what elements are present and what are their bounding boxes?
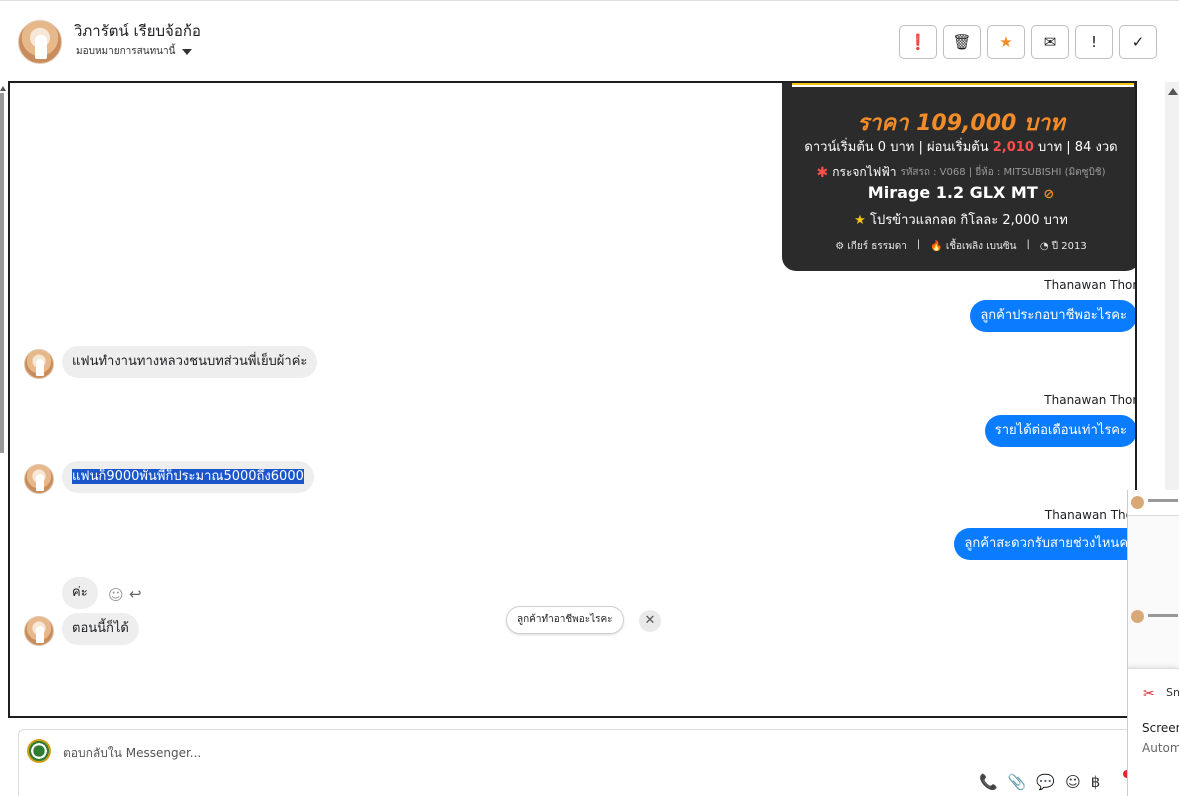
snip-line: Autom [1142, 741, 1179, 755]
star-icon: ★ [854, 213, 866, 228]
reply-composer[interactable]: ตอบกลับใน Messenger... 📞 📎 💬 ☺ ฿ [18, 729, 1148, 796]
snipping-tool-toast[interactable]: ✂ Sn Screer Autom [1128, 668, 1179, 796]
right-scrollbar[interactable] [1165, 82, 1179, 502]
suggested-reply-chip[interactable]: ลูกค้าทำอาชีพอะไรคะ [506, 606, 624, 634]
incoming-message[interactable]: แฟนทำงานทางหลวงชนบทส่วนพี่เย็บผ้าค่ะ [62, 346, 318, 378]
exclamation-icon: ! [1090, 33, 1097, 51]
scroll-up-arrow-icon[interactable] [0, 86, 6, 91]
outgoing-message[interactable]: รายได้ต่อเดือนเท่าไรคะ [984, 415, 1135, 447]
divider: | [1026, 239, 1030, 250]
incoming-message[interactable]: แฟนก็9000พันพี่ก็ประมาณ5000ถึง6000 [62, 461, 314, 493]
assign-conversation[interactable]: มอบหมายการสนทนานี้ [76, 44, 193, 59]
asterisk-icon: ✱ [816, 164, 829, 181]
page-logo [27, 739, 51, 763]
reply-icon[interactable]: ↩ [129, 585, 142, 603]
attachment-icon[interactable]: 📎 [1008, 773, 1027, 791]
mini-avatar [1131, 496, 1144, 509]
installment-amount: 2,010 [992, 140, 1034, 155]
mini-text [1148, 614, 1178, 617]
snip-icon: ✂ [1143, 686, 1155, 702]
contact-avatar[interactable] [24, 464, 54, 494]
incoming-message[interactable]: ตอนนี้ก็ได้ [62, 613, 139, 645]
feature-row: ✱ กระจกไฟฟ้า รหัสรถ : V068 | ยี่ห้อ : MI… [782, 163, 1135, 182]
gear-spec: ⚙ เกียร์ ธรรมดา [835, 241, 907, 252]
mark-unread-button[interactable]: ✉ [1031, 25, 1069, 59]
outgoing-message[interactable]: ลูกค้าสะดวกรับสายช่วงไหนคะ [954, 528, 1135, 560]
caret-down-icon [182, 48, 193, 55]
done-button[interactable]: ✓ [1119, 25, 1157, 59]
delete-button[interactable]: 🗑 [943, 25, 981, 59]
car-model: Mirage 1.2 GLX MT ⊘ [867, 183, 1055, 202]
outgoing-message[interactable]: ลูกค้าประกอบาชีพอะไรคะ [970, 300, 1135, 332]
sender-name: Thanawan Thon [1044, 278, 1137, 292]
snip-title: Sn [1166, 686, 1179, 699]
close-icon[interactable]: ✕ [639, 610, 661, 632]
car-specs: ⚙ เกียร์ ธรรมดา | 🔥 เชื้อเพลิง เบนซิน | … [782, 239, 1135, 254]
spam-button[interactable]: ❗ [899, 25, 937, 59]
envelope-icon: ✉ [1043, 33, 1057, 51]
contact-avatar[interactable] [24, 349, 54, 379]
verified-check-icon: ⊘ [1043, 187, 1055, 202]
saved-reply-icon[interactable]: 💬 [1036, 773, 1055, 791]
react-emoji-icon[interactable]: ☺ [108, 586, 124, 604]
incoming-message[interactable]: ค่ะ [62, 577, 98, 609]
promo-line: ★ โปรข้าวแลกลด กิโลละ 2,000 บาท [854, 213, 1068, 228]
selected-text[interactable]: แฟนก็9000พันพี่ก็ประมาณ5000ถึง6000 [72, 469, 304, 484]
mini-text [1148, 499, 1178, 502]
reply-input[interactable]: ตอบกลับใน Messenger... [63, 744, 201, 763]
car-meta: รหัสรถ : V068 | ยี่ห้อ : MITSUBISHI (มิต… [900, 167, 1106, 178]
snip-line: Screer [1142, 721, 1179, 735]
assign-label: มอบหมายการสนทนานี้ [76, 46, 176, 57]
trash-icon: 🗑 [952, 33, 972, 51]
scroll-up-arrow-icon[interactable] [1168, 88, 1178, 95]
alert-circle-icon: ❗ [908, 33, 928, 51]
header-toolbar: ❗ 🗑 ★ ✉ ! ✓ [899, 25, 1157, 59]
phone-icon[interactable]: 📞 [979, 773, 998, 791]
feature-label: กระจกไฟฟ้า [832, 165, 897, 179]
car-listing-card[interactable]: ราคา 109,000 บาท ดาวน์เริ่มต้น 0 บาท | ผ… [782, 83, 1135, 271]
payment-icon[interactable]: ฿ [1091, 773, 1101, 791]
year-spec: ◔ ปี 2013 [1039, 241, 1087, 252]
side-overlay: ✂ Sn Screer Autom [1127, 490, 1179, 796]
check-icon: ✓ [1131, 33, 1145, 51]
important-button[interactable]: ! [1075, 25, 1113, 59]
fuel-spec: 🔥 เชื้อเพลิง เบนซิน [930, 241, 1017, 252]
contact-name[interactable]: วิภารัตน์ เรียบจ้อก้อ [74, 19, 201, 43]
conversation-header: วิภารัตน์ เรียบจ้อก้อ มอบหมายการสนทนานี้… [0, 0, 1179, 80]
messenger-page: วิภารัตน์ เรียบจ้อก้อ มอบหมายการสนทนานี้… [0, 0, 1179, 796]
left-scrollbar[interactable] [0, 93, 4, 453]
emoji-icon[interactable]: ☺ [1065, 773, 1081, 791]
divider: | [916, 239, 921, 250]
card-top-stripe [792, 83, 1134, 87]
mini-preview[interactable] [1128, 608, 1179, 626]
mini-preview[interactable] [1128, 490, 1179, 516]
mini-avatar [1131, 610, 1144, 623]
star-icon: ★ [999, 33, 1013, 51]
contact-avatar[interactable] [24, 616, 54, 646]
car-price: ราคา 109,000 บาท [857, 111, 1065, 136]
down-payment-line: ดาวน์เริ่มต้น 0 บาท | ผ่อนเริ่มต้น 2,010… [804, 140, 1118, 155]
message-thread[interactable]: ราคา 109,000 บาท ดาวน์เริ่มต้น 0 บาท | ผ… [8, 81, 1137, 718]
contact-avatar[interactable] [18, 20, 62, 64]
sender-name: Thanawan Tho [1044, 508, 1133, 522]
sender-name: Thanawan Thon [1044, 393, 1137, 407]
composer-tools: 📞 📎 💬 ☺ ฿ [979, 773, 1100, 791]
star-button[interactable]: ★ [987, 25, 1025, 59]
